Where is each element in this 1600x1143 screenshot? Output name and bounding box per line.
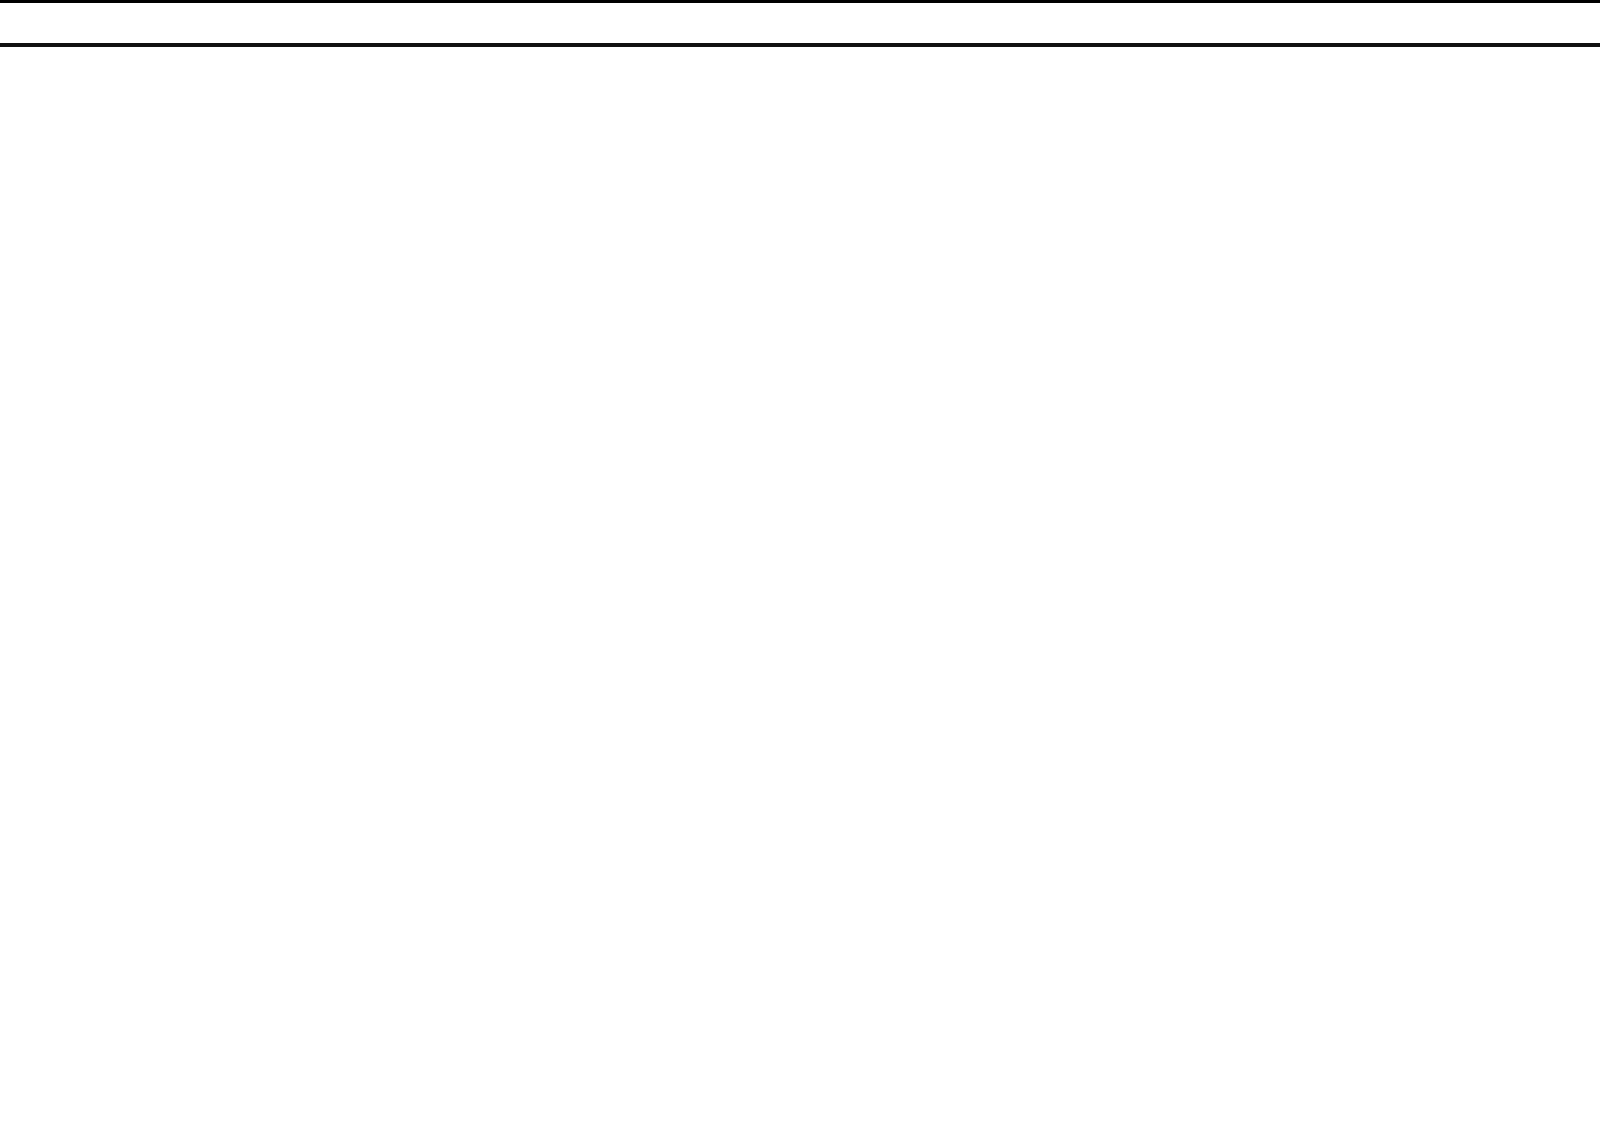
wiring-diagram — [0, 51, 1600, 1143]
title-bar — [0, 0, 1600, 47]
diagram-canvas — [0, 51, 1600, 1143]
wiring-diagram-page — [0, 0, 1600, 1143]
